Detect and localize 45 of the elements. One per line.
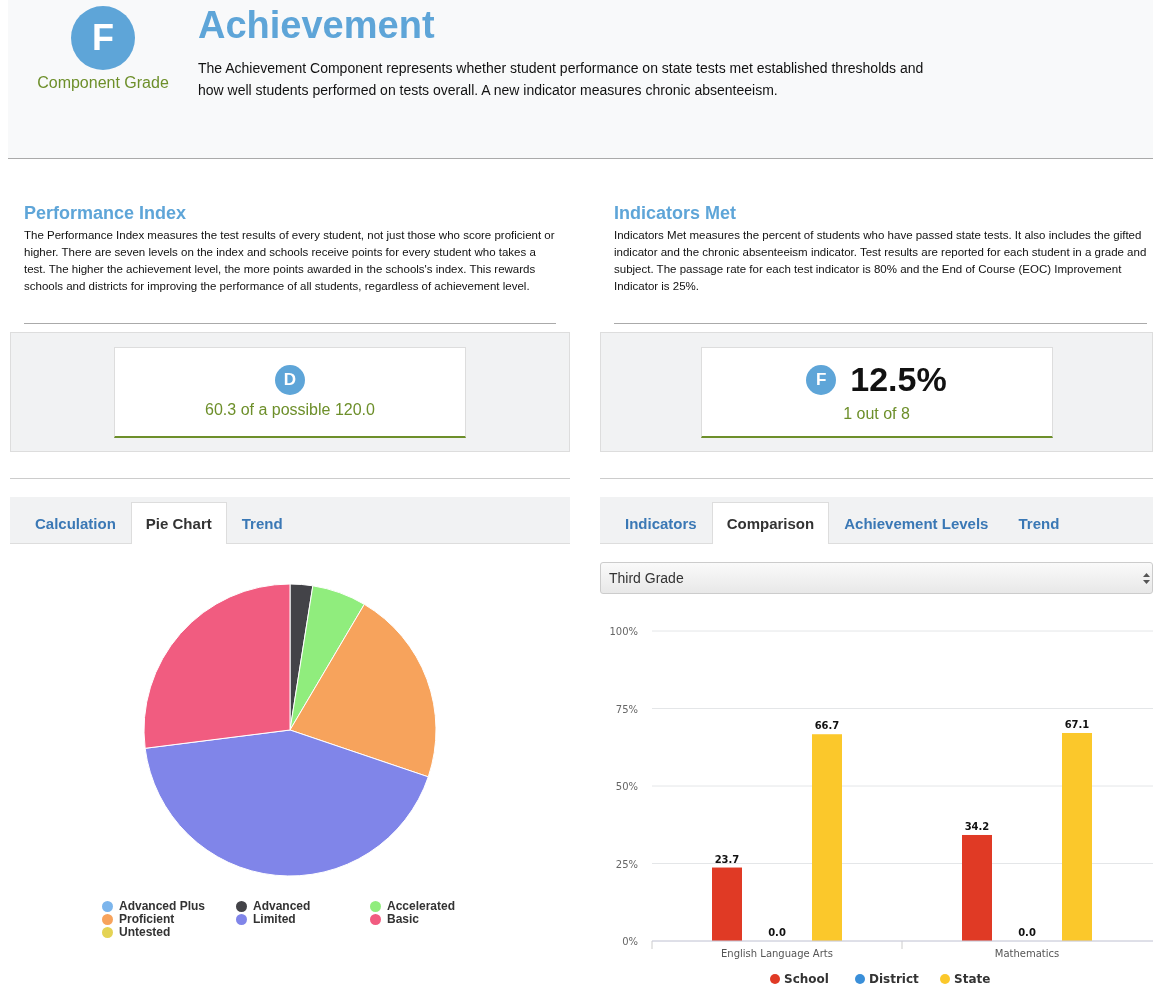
value-label: 66.7 <box>814 720 840 732</box>
axis-label: 75% <box>615 703 638 715</box>
tab[interactable]: Calculation <box>20 502 131 544</box>
value-label: 23.7 <box>714 853 740 865</box>
legend-label: Advanced <box>253 900 311 913</box>
value-label: 0.0 <box>768 927 786 938</box>
legend-label: Advanced Plus <box>119 900 206 913</box>
legend-label: Proficient <box>119 913 175 926</box>
score-text: 1 out of 8 <box>843 405 910 423</box>
axis-label: English Language Arts <box>721 948 833 959</box>
legend-label: Untested <box>119 926 171 939</box>
axis-label: 100% <box>609 626 638 637</box>
section-title: Performance Index <box>24 203 188 224</box>
section-title: Indicators Met <box>614 203 738 224</box>
percent-value: 12.5% <box>850 360 947 399</box>
tab[interactable]: Indicators <box>610 502 712 544</box>
axis-label: 50% <box>615 781 638 792</box>
grade-badge: F <box>71 6 135 70</box>
axis-label: 25% <box>615 858 638 870</box>
grade-badge: F <box>806 364 837 395</box>
legend-label: State <box>954 972 991 985</box>
score-text: 60.3 of a possible 120.0 <box>205 400 375 419</box>
updown-icon <box>1143 572 1150 584</box>
axis-label: 0% <box>622 936 638 947</box>
grade-badge: D <box>275 364 305 395</box>
legend-label: Limited <box>253 913 296 926</box>
legend-label: District <box>869 972 919 985</box>
legend-label: School <box>784 972 829 985</box>
tab[interactable]: Comparison <box>711 502 830 544</box>
legend-label: Accelerated <box>387 900 456 913</box>
tab[interactable]: Achievement Levels <box>829 502 1004 544</box>
value-label: 34.2 <box>964 821 990 832</box>
tab[interactable]: Trend <box>226 502 298 544</box>
legend-label: Basic <box>387 913 420 926</box>
description: The Achievement Component represents whether student performance on state tests met established thresholds and how well students performed on tests overall. A new indicator measures chronic absenteeism. <box>198 59 925 100</box>
page-title: Achievement <box>198 4 436 47</box>
description: Indicators Met measures the percent of students who have passed state tests. It also includes the gifted indicator and the chronic absenteeism indicator. Test results are reported for each student in a grade and subject. The passage rate for each test indicator is 80% and the End of Course (EOC) Improvement Indicator is 25%. <box>614 227 1147 324</box>
description: The Performance Index measures the test results of every student, not just those who score proficient or higher. There are seven levels on the index and schools receive points for every student who takes a test. The higher the achievement level, the more points awarded in the schools's index. This rewards schools and districts for improving the performance of all students, regardless of achievement level. <box>24 227 556 324</box>
value-label: 67.1 <box>1064 719 1090 730</box>
grade-caption: Component Grade <box>37 74 169 92</box>
tab[interactable]: Pie Chart <box>130 502 227 544</box>
value-label: 0.0 <box>1018 927 1036 938</box>
axis-label: Mathematics <box>994 948 1060 959</box>
tab[interactable]: Trend <box>1003 502 1075 544</box>
grade-select[interactable]: Third Grade <box>600 562 1153 594</box>
